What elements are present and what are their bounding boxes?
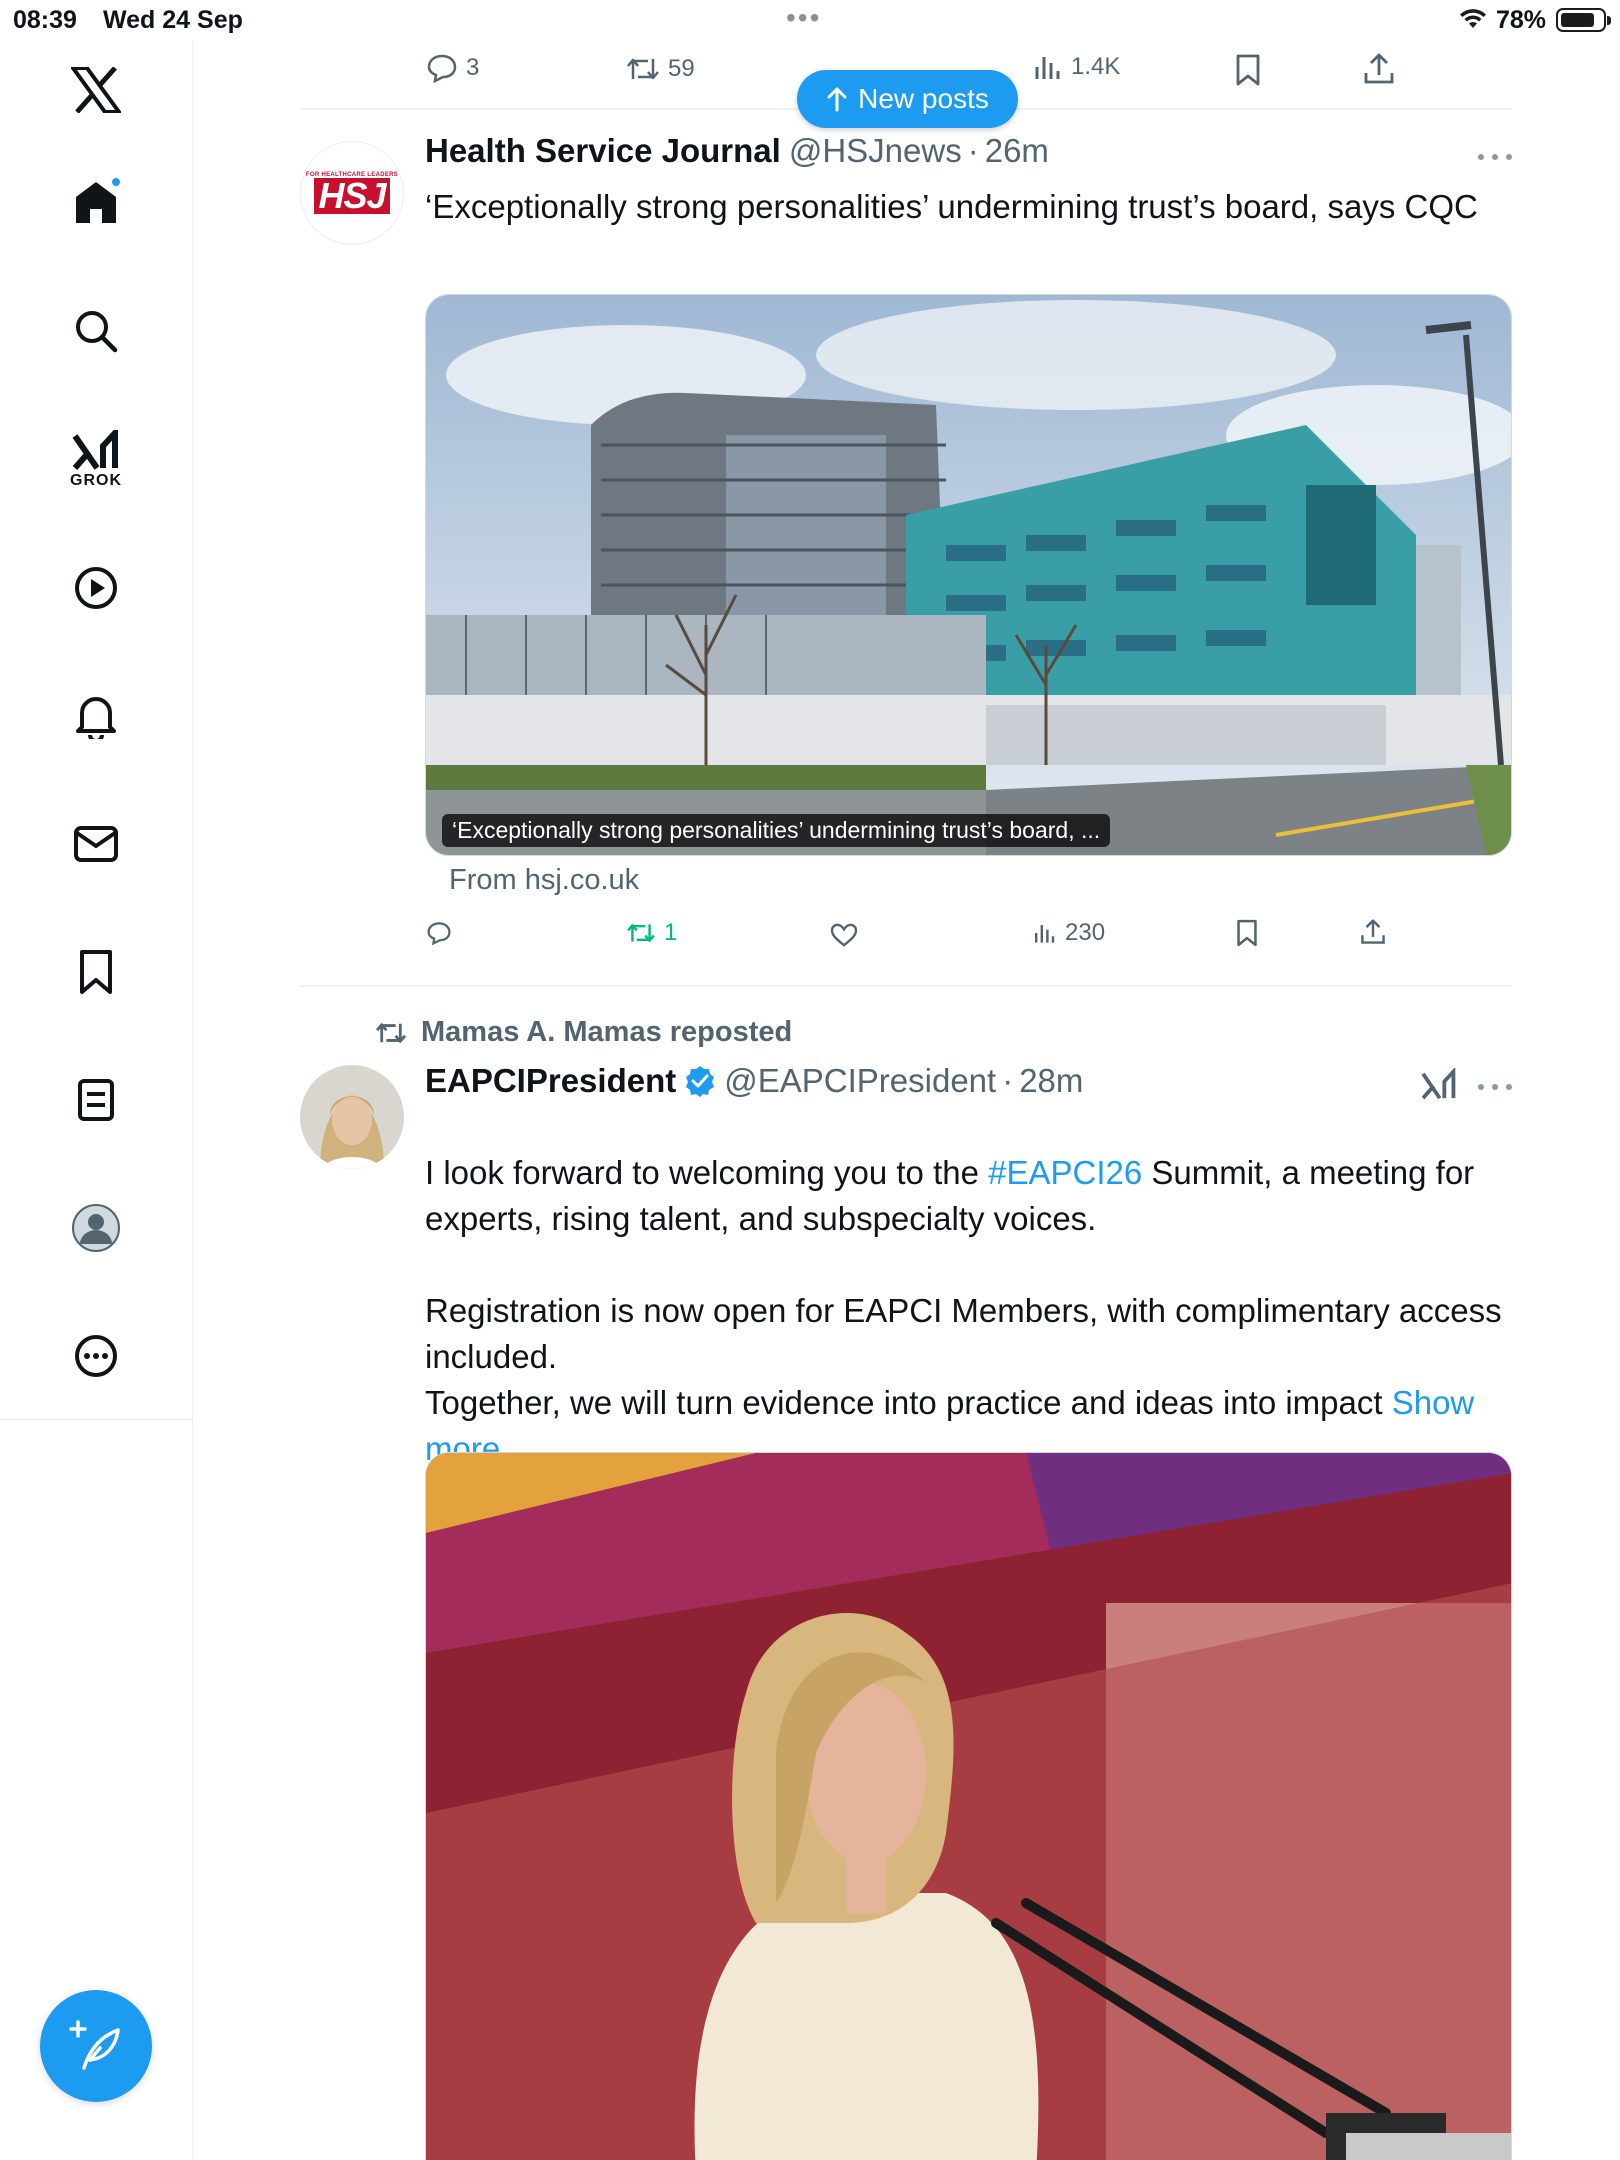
like-button[interactable] bbox=[830, 923, 858, 947]
views-button[interactable]: 230 bbox=[1033, 919, 1105, 947]
bookmark-icon bbox=[1236, 54, 1260, 86]
tweet-more-icon[interactable] bbox=[1478, 147, 1512, 167]
sidebar-divider bbox=[0, 1419, 193, 1420]
profile-avatar-icon[interactable] bbox=[56, 1188, 136, 1268]
new-posts-label: New posts bbox=[858, 83, 989, 114]
tweet-header: EAPCIPresident @EAPCIPresident · 28m bbox=[425, 1062, 1083, 1100]
author-name[interactable]: EAPCIPresident bbox=[425, 1062, 676, 1100]
battery-percent: 78% bbox=[1496, 6, 1547, 34]
tweet-text: ‘Exceptionally strong personalities’ und… bbox=[425, 188, 1478, 225]
share-icon bbox=[1361, 919, 1385, 944]
verified-badge-icon bbox=[686, 1066, 715, 1097]
repost-icon bbox=[627, 924, 655, 942]
speaker-photo bbox=[426, 1453, 1511, 2160]
battery-icon bbox=[1556, 8, 1611, 32]
hospital-building-photo bbox=[426, 295, 1511, 855]
prev-repost-count: 59 bbox=[668, 55, 695, 82]
wifi-icon bbox=[1459, 8, 1487, 37]
messages-mail-icon[interactable] bbox=[56, 804, 136, 884]
prev-reply-button[interactable]: 3 bbox=[426, 53, 479, 83]
author-name[interactable]: Health Service Journal bbox=[425, 132, 781, 170]
prev-views-button[interactable]: 1.4K bbox=[1033, 53, 1120, 81]
repost-icon bbox=[627, 58, 659, 80]
new-posts-button[interactable]: New posts bbox=[797, 70, 1018, 128]
search-icon[interactable] bbox=[56, 291, 136, 371]
prev-bookmark-button[interactable] bbox=[1235, 54, 1261, 86]
status-bar: 08:39 Wed 24 Sep ••• 78% bbox=[0, 0, 1620, 40]
hsj-avatar-logo: HSJ bbox=[314, 178, 390, 214]
author-handle[interactable]: @HSJnews bbox=[789, 132, 962, 170]
eapci-avatar[interactable] bbox=[300, 1065, 404, 1169]
tweet1-actions: 1 230 bbox=[300, 911, 1512, 961]
hsj-avatar[interactable]: FOR HEALTHCARE LEADERS HSJ bbox=[300, 141, 404, 245]
compose-post-button[interactable] bbox=[40, 1990, 152, 2102]
sidebar: GROK bbox=[0, 40, 193, 2160]
share-icon bbox=[1364, 53, 1394, 84]
lists-icon[interactable] bbox=[56, 1060, 136, 1140]
prev-views-count: 1.4K bbox=[1071, 53, 1121, 80]
grok-icon bbox=[72, 430, 118, 470]
views-chart-icon bbox=[1035, 925, 1055, 943]
heart-icon bbox=[830, 923, 858, 947]
link-card-caption: ‘Exceptionally strong personalities’ und… bbox=[442, 814, 1111, 847]
share-button[interactable] bbox=[1360, 919, 1386, 945]
tweet-text: I look forward to welcoming you to the #… bbox=[425, 1150, 1512, 1242]
multitasking-dots-icon[interactable]: ••• bbox=[786, 2, 821, 34]
tweet-more-icon[interactable] bbox=[1478, 1077, 1512, 1097]
tweet-text-part-3: Registration is now open for EAPCI Membe… bbox=[425, 1292, 1502, 1375]
tweet-photo[interactable] bbox=[425, 1452, 1512, 2160]
arrow-up-icon bbox=[827, 87, 847, 112]
compose-feather-icon bbox=[69, 2020, 120, 2070]
tweet-text-part-4: Together, we will turn evidence into pra… bbox=[425, 1384, 1392, 1421]
repost-icon bbox=[376, 1022, 406, 1043]
notifications-bell-icon[interactable] bbox=[56, 676, 136, 756]
tweet-header: Health Service Journal @HSJnews · 26m bbox=[425, 132, 1049, 170]
views-chart-icon bbox=[1035, 57, 1060, 79]
grok-nav-item[interactable]: GROK bbox=[56, 420, 136, 500]
reposted-by-label: Mamas A. Mamas reposted bbox=[421, 1016, 793, 1048]
dot-separator: · bbox=[1002, 1062, 1014, 1099]
hashtag-link[interactable]: #EAPCI26 bbox=[988, 1154, 1142, 1191]
reply-icon bbox=[427, 922, 451, 945]
bookmark-button[interactable] bbox=[1236, 919, 1258, 947]
grok-explain-icon[interactable] bbox=[1420, 1068, 1458, 1104]
tweet-time[interactable]: 28m bbox=[1019, 1062, 1083, 1100]
tweet-time[interactable]: 26m bbox=[985, 132, 1049, 170]
video-icon[interactable] bbox=[56, 548, 136, 628]
prev-share-button[interactable] bbox=[1363, 53, 1395, 85]
grok-label: GROK bbox=[70, 472, 122, 489]
home-notification-dot bbox=[110, 176, 122, 188]
repost-count: 1 bbox=[664, 919, 678, 946]
views-count: 230 bbox=[1065, 919, 1106, 946]
author-handle[interactable]: @EAPCIPresident bbox=[724, 1062, 996, 1100]
tweet-text-paragraph-2: Registration is now open for EAPCI Membe… bbox=[425, 1288, 1512, 1380]
reposted-by[interactable]: Mamas A. Mamas reposted bbox=[375, 1016, 792, 1049]
prev-repost-button[interactable]: 59 bbox=[626, 55, 695, 83]
tweet-text-part-1: I look forward to welcoming you to the bbox=[425, 1154, 989, 1191]
x-logo-icon[interactable] bbox=[56, 50, 136, 130]
bookmark-icon bbox=[1237, 919, 1257, 947]
more-options-icon[interactable] bbox=[56, 1316, 136, 1396]
status-time: 08:39 bbox=[13, 6, 77, 34]
status-date: Wed 24 Sep bbox=[103, 6, 243, 34]
dot-separator: · bbox=[967, 132, 979, 169]
prev-reply-count: 3 bbox=[466, 54, 480, 81]
link-card-image[interactable]: ‘Exceptionally strong personalities’ und… bbox=[425, 294, 1512, 856]
reply-icon bbox=[427, 54, 457, 83]
tweet-separator bbox=[300, 985, 1512, 987]
repost-button[interactable]: 1 bbox=[626, 919, 677, 947]
reply-button[interactable] bbox=[426, 921, 452, 945]
bookmarks-icon[interactable] bbox=[56, 932, 136, 1012]
home-icon[interactable] bbox=[56, 162, 136, 242]
link-source[interactable]: From hsj.co.uk bbox=[449, 864, 639, 897]
